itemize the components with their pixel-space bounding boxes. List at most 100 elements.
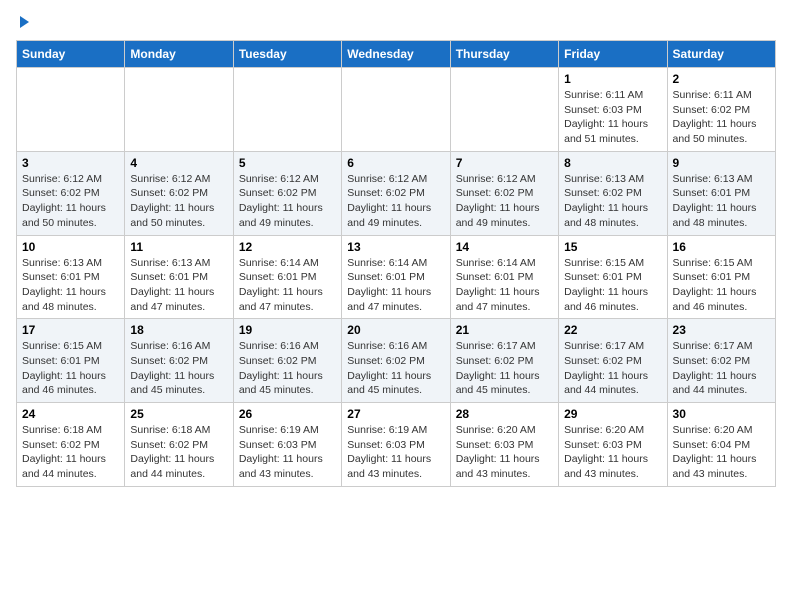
sunrise-text: Sunrise: 6:15 AM — [564, 257, 644, 269]
day-info: Sunrise: 6:15 AM Sunset: 6:01 PM Dayligh… — [22, 339, 119, 398]
calendar-week-row: 10 Sunrise: 6:13 AM Sunset: 6:01 PM Dayl… — [17, 235, 776, 319]
daylight-text: Daylight: 11 hours and 49 minutes. — [347, 202, 431, 229]
day-info: Sunrise: 6:12 AM Sunset: 6:02 PM Dayligh… — [456, 172, 553, 231]
daylight-text: Daylight: 11 hours and 44 minutes. — [130, 453, 214, 480]
day-info: Sunrise: 6:20 AM Sunset: 6:03 PM Dayligh… — [456, 423, 553, 482]
calendar-cell: 29 Sunrise: 6:20 AM Sunset: 6:03 PM Dayl… — [559, 403, 667, 487]
sunrise-text: Sunrise: 6:19 AM — [239, 424, 319, 436]
sunrise-text: Sunrise: 6:12 AM — [456, 173, 536, 185]
calendar-cell: 9 Sunrise: 6:13 AM Sunset: 6:01 PM Dayli… — [667, 151, 775, 235]
day-number: 21 — [456, 323, 553, 337]
calendar-cell: 25 Sunrise: 6:18 AM Sunset: 6:02 PM Dayl… — [125, 403, 233, 487]
sunset-text: Sunset: 6:01 PM — [347, 271, 425, 283]
day-info: Sunrise: 6:11 AM Sunset: 6:03 PM Dayligh… — [564, 88, 661, 147]
sunset-text: Sunset: 6:02 PM — [347, 355, 425, 367]
daylight-text: Daylight: 11 hours and 44 minutes. — [673, 370, 757, 397]
logo — [16, 16, 29, 28]
sunrise-text: Sunrise: 6:20 AM — [456, 424, 536, 436]
day-info: Sunrise: 6:14 AM Sunset: 6:01 PM Dayligh… — [456, 256, 553, 315]
sunset-text: Sunset: 6:01 PM — [22, 271, 100, 283]
calendar-cell: 7 Sunrise: 6:12 AM Sunset: 6:02 PM Dayli… — [450, 151, 558, 235]
day-number: 17 — [22, 323, 119, 337]
calendar-week-row: 17 Sunrise: 6:15 AM Sunset: 6:01 PM Dayl… — [17, 319, 776, 403]
daylight-text: Daylight: 11 hours and 45 minutes. — [239, 370, 323, 397]
daylight-text: Daylight: 11 hours and 50 minutes. — [130, 202, 214, 229]
sunset-text: Sunset: 6:01 PM — [22, 355, 100, 367]
weekday-header-thursday: Thursday — [450, 41, 558, 68]
sunrise-text: Sunrise: 6:17 AM — [673, 340, 753, 352]
sunset-text: Sunset: 6:02 PM — [673, 104, 751, 116]
sunset-text: Sunset: 6:02 PM — [22, 439, 100, 451]
day-number: 7 — [456, 156, 553, 170]
daylight-text: Daylight: 11 hours and 43 minutes. — [239, 453, 323, 480]
daylight-text: Daylight: 11 hours and 45 minutes. — [456, 370, 540, 397]
daylight-text: Daylight: 11 hours and 46 minutes. — [673, 286, 757, 313]
sunset-text: Sunset: 6:01 PM — [130, 271, 208, 283]
day-number: 22 — [564, 323, 661, 337]
sunset-text: Sunset: 6:01 PM — [564, 271, 642, 283]
calendar-cell: 20 Sunrise: 6:16 AM Sunset: 6:02 PM Dayl… — [342, 319, 450, 403]
calendar-table: SundayMondayTuesdayWednesdayThursdayFrid… — [16, 40, 776, 487]
sunset-text: Sunset: 6:02 PM — [130, 439, 208, 451]
sunrise-text: Sunrise: 6:18 AM — [130, 424, 210, 436]
day-number: 15 — [564, 240, 661, 254]
calendar-body: 1 Sunrise: 6:11 AM Sunset: 6:03 PM Dayli… — [17, 68, 776, 487]
sunrise-text: Sunrise: 6:16 AM — [239, 340, 319, 352]
day-info: Sunrise: 6:15 AM Sunset: 6:01 PM Dayligh… — [673, 256, 770, 315]
sunrise-text: Sunrise: 6:12 AM — [347, 173, 427, 185]
calendar-cell: 11 Sunrise: 6:13 AM Sunset: 6:01 PM Dayl… — [125, 235, 233, 319]
calendar-cell — [125, 68, 233, 152]
day-number: 30 — [673, 407, 770, 421]
logo-blue — [16, 16, 29, 28]
calendar-week-row: 1 Sunrise: 6:11 AM Sunset: 6:03 PM Dayli… — [17, 68, 776, 152]
day-info: Sunrise: 6:13 AM Sunset: 6:01 PM Dayligh… — [673, 172, 770, 231]
sunrise-text: Sunrise: 6:18 AM — [22, 424, 102, 436]
sunrise-text: Sunrise: 6:17 AM — [564, 340, 644, 352]
sunset-text: Sunset: 6:02 PM — [564, 355, 642, 367]
sunset-text: Sunset: 6:02 PM — [130, 355, 208, 367]
day-number: 12 — [239, 240, 336, 254]
calendar-cell — [17, 68, 125, 152]
day-info: Sunrise: 6:20 AM Sunset: 6:04 PM Dayligh… — [673, 423, 770, 482]
calendar-cell: 24 Sunrise: 6:18 AM Sunset: 6:02 PM Dayl… — [17, 403, 125, 487]
daylight-text: Daylight: 11 hours and 45 minutes. — [130, 370, 214, 397]
sunrise-text: Sunrise: 6:13 AM — [564, 173, 644, 185]
day-info: Sunrise: 6:16 AM Sunset: 6:02 PM Dayligh… — [239, 339, 336, 398]
sunset-text: Sunset: 6:02 PM — [673, 355, 751, 367]
sunrise-text: Sunrise: 6:11 AM — [564, 89, 643, 101]
daylight-text: Daylight: 11 hours and 45 minutes. — [347, 370, 431, 397]
calendar-cell: 16 Sunrise: 6:15 AM Sunset: 6:01 PM Dayl… — [667, 235, 775, 319]
sunset-text: Sunset: 6:03 PM — [456, 439, 534, 451]
day-number: 19 — [239, 323, 336, 337]
calendar-cell: 26 Sunrise: 6:19 AM Sunset: 6:03 PM Dayl… — [233, 403, 341, 487]
daylight-text: Daylight: 11 hours and 50 minutes. — [22, 202, 106, 229]
sunset-text: Sunset: 6:01 PM — [673, 271, 751, 283]
day-number: 1 — [564, 72, 661, 86]
day-info: Sunrise: 6:12 AM Sunset: 6:02 PM Dayligh… — [347, 172, 444, 231]
day-info: Sunrise: 6:13 AM Sunset: 6:01 PM Dayligh… — [22, 256, 119, 315]
sunrise-text: Sunrise: 6:12 AM — [130, 173, 210, 185]
logo-text — [16, 16, 29, 28]
day-info: Sunrise: 6:17 AM Sunset: 6:02 PM Dayligh… — [564, 339, 661, 398]
day-number: 25 — [130, 407, 227, 421]
day-number: 20 — [347, 323, 444, 337]
daylight-text: Daylight: 11 hours and 48 minutes. — [564, 202, 648, 229]
weekday-header-sunday: Sunday — [17, 41, 125, 68]
daylight-text: Daylight: 11 hours and 43 minutes. — [347, 453, 431, 480]
page-header — [16, 16, 776, 28]
day-info: Sunrise: 6:15 AM Sunset: 6:01 PM Dayligh… — [564, 256, 661, 315]
daylight-text: Daylight: 11 hours and 43 minutes. — [564, 453, 648, 480]
weekday-header-saturday: Saturday — [667, 41, 775, 68]
day-number: 2 — [673, 72, 770, 86]
sunrise-text: Sunrise: 6:17 AM — [456, 340, 536, 352]
sunset-text: Sunset: 6:01 PM — [239, 271, 317, 283]
day-number: 4 — [130, 156, 227, 170]
day-number: 5 — [239, 156, 336, 170]
weekday-header-wednesday: Wednesday — [342, 41, 450, 68]
sunset-text: Sunset: 6:02 PM — [239, 355, 317, 367]
sunrise-text: Sunrise: 6:13 AM — [22, 257, 102, 269]
sunset-text: Sunset: 6:02 PM — [456, 355, 534, 367]
daylight-text: Daylight: 11 hours and 47 minutes. — [456, 286, 540, 313]
day-info: Sunrise: 6:20 AM Sunset: 6:03 PM Dayligh… — [564, 423, 661, 482]
calendar-cell: 18 Sunrise: 6:16 AM Sunset: 6:02 PM Dayl… — [125, 319, 233, 403]
